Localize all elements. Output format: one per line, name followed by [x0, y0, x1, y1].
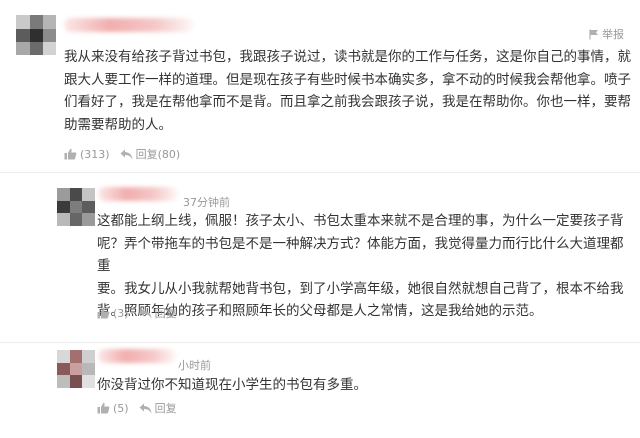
reply-button[interactable]: 回复: [139, 400, 177, 416]
username[interactable]: [98, 349, 176, 363]
flag-icon: [589, 29, 598, 39]
report-label: 举报: [602, 28, 624, 41]
like-count: (3): [113, 306, 129, 320]
like-count: (5): [113, 401, 129, 415]
reply-label: 回复: [154, 307, 177, 320]
avatar[interactable]: [57, 350, 95, 388]
comment-item: 小时前 你没背过你不知道现在小学生的书包有多重。 (5) 回复: [0, 342, 640, 438]
reply-button[interactable]: 回复(80): [120, 146, 181, 162]
report-button[interactable]: 举报: [589, 26, 624, 42]
like-count: (313): [80, 147, 110, 161]
avatar[interactable]: [57, 188, 95, 226]
reply-arrow-icon: [139, 308, 152, 318]
comment-text: 你没背过你不知道现在小学生的书包有多重。: [97, 377, 367, 393]
username[interactable]: [64, 18, 194, 32]
reply-arrow-icon: [120, 149, 133, 159]
like-button[interactable]: (313): [64, 148, 110, 161]
timestamp: 小时前: [178, 359, 211, 372]
username[interactable]: [98, 187, 178, 201]
reply-button[interactable]: 回复: [139, 305, 177, 321]
timestamp: 37分钟前: [183, 196, 230, 209]
comment-actions: (5) 回复: [97, 400, 177, 416]
thumbs-up-icon: [97, 307, 110, 319]
reply-count: 回复(80): [135, 148, 181, 161]
comment-actions: (313) 回复(80): [64, 146, 180, 162]
like-button[interactable]: (3): [97, 307, 129, 320]
reply-label: 回复: [154, 402, 177, 415]
comment-item: 37分钟前 这都能上纲上线，佩服！孩子太小、书包太重本来就不是合理的事，为什么一…: [0, 172, 640, 343]
like-button[interactable]: (5): [97, 402, 129, 415]
avatar[interactable]: [16, 15, 56, 55]
comment-item: 举报 我从来没有给孩子背过书包，我跟孩子说过，读书就是你的工作与任务，这是你自己…: [0, 0, 640, 172]
comment-actions: (3) 回复: [97, 305, 177, 321]
thumbs-up-icon: [97, 402, 110, 414]
reply-arrow-icon: [139, 403, 152, 413]
comment-text: 我从来没有给孩子背过书包，我跟孩子说过，读书就是你的工作与任务，这是你自己的事情…: [64, 49, 631, 133]
thumbs-up-icon: [64, 148, 77, 160]
